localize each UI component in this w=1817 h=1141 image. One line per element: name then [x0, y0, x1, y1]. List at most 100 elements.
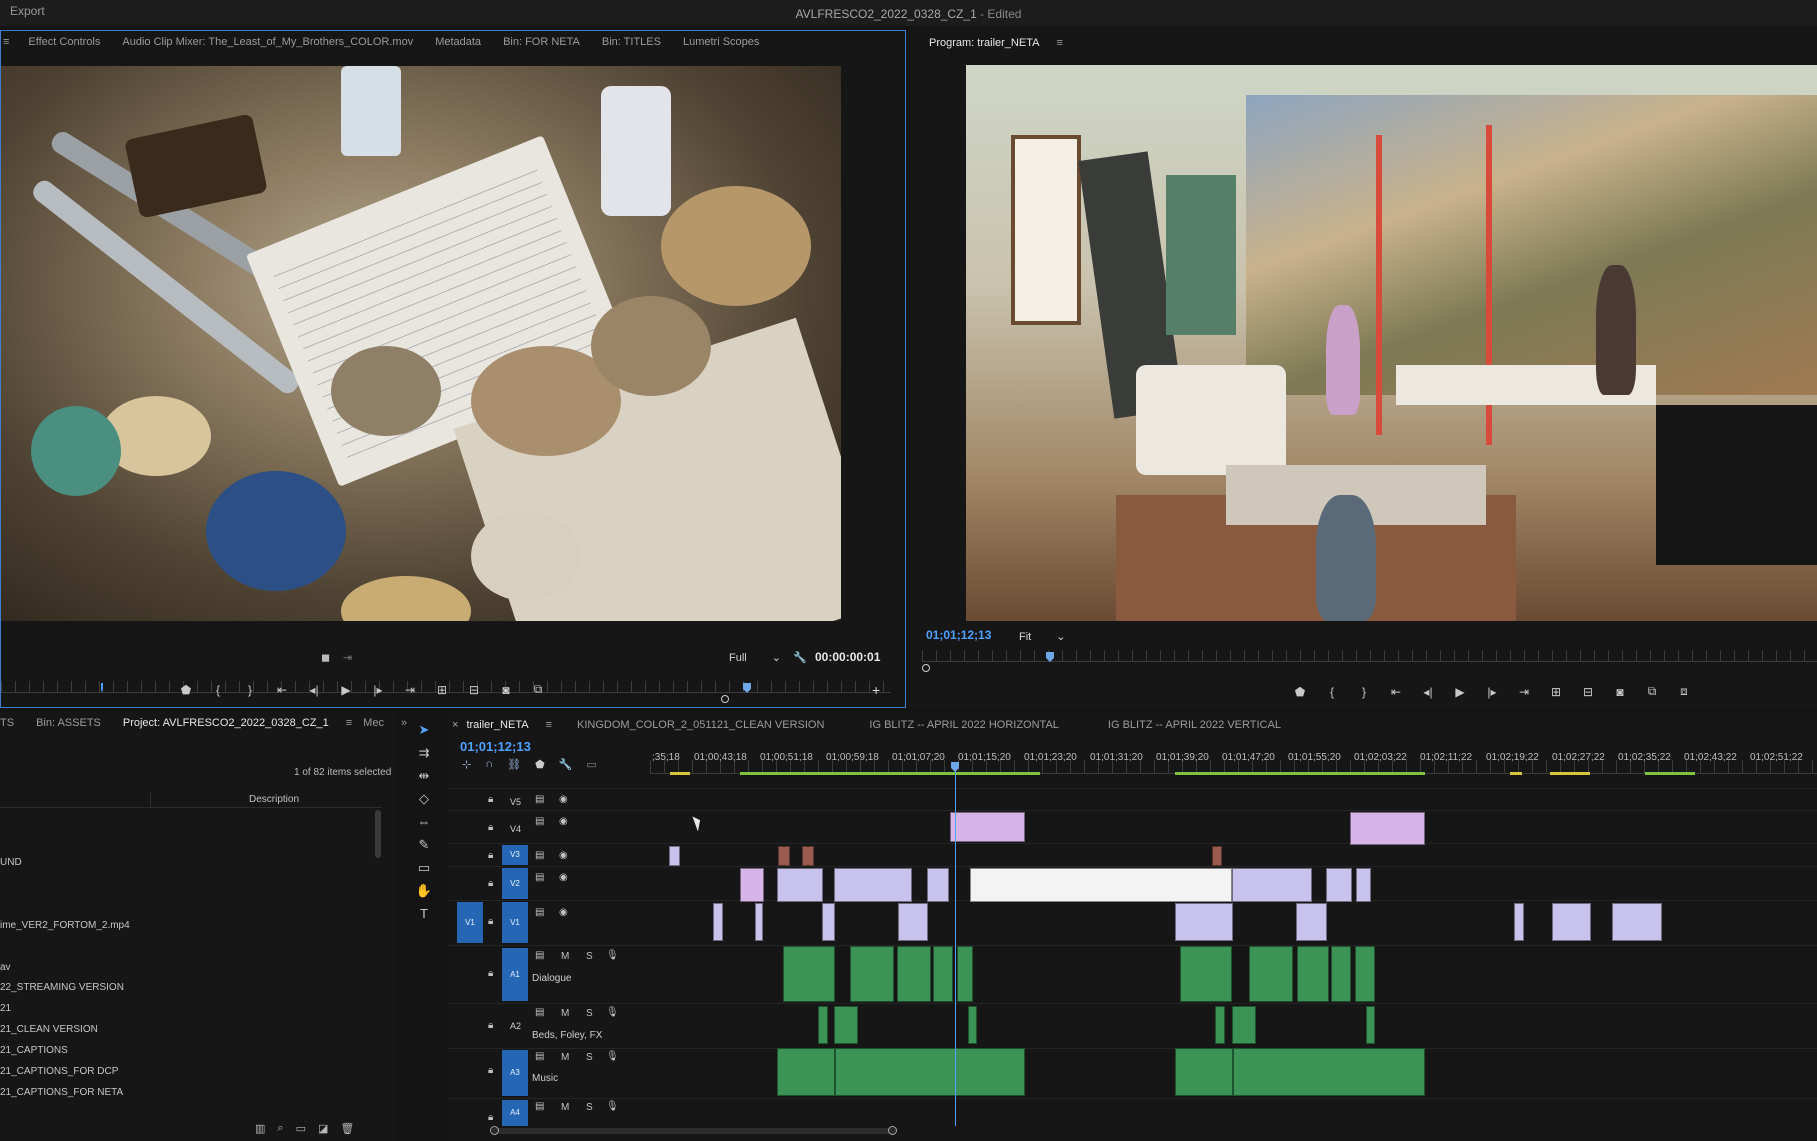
source-video-frame[interactable] [1, 66, 841, 621]
track-label-a1[interactable]: A1 [502, 948, 528, 1001]
step-back-icon[interactable]: ◂| [298, 683, 330, 697]
timeline-clip[interactable] [1552, 903, 1591, 941]
track-label-v2[interactable]: V2 [502, 868, 528, 899]
sync-lock-icon[interactable]: ▤ [535, 950, 544, 961]
linked-selection-icon[interactable]: ⛓ [507, 758, 521, 771]
timeline-scrollbar[interactable] [492, 1128, 896, 1134]
timeline-clip[interactable] [898, 903, 928, 941]
timeline-clip[interactable] [1180, 946, 1232, 1002]
timeline-clip[interactable] [1296, 903, 1327, 941]
lock-icon[interactable]: 🔒︎ [488, 878, 493, 889]
eye-icon[interactable]: ◉ [559, 794, 568, 805]
panel-menu-icon[interactable]: ≡ [546, 719, 552, 731]
tab-ts[interactable]: TS [0, 717, 25, 729]
snap-icon[interactable]: ∩ [485, 758, 493, 771]
panel-menu-icon[interactable]: ≡ [3, 36, 9, 48]
extract-icon[interactable]: ⊟ [1572, 685, 1604, 699]
mute-button[interactable]: M [561, 1102, 569, 1113]
timeline-clip[interactable] [713, 903, 723, 941]
camera-icon[interactable]: ◙ [490, 683, 522, 697]
step-forward-icon[interactable]: |▸ [1476, 685, 1508, 699]
list-item[interactable]: 21_CAPTIONS_FOR DCP [0, 1066, 118, 1077]
lift-icon[interactable]: ⊞ [1540, 685, 1572, 699]
track-label-a3[interactable]: A3 [502, 1050, 528, 1096]
list-item[interactable]: 21_CAPTIONS_FOR NETA [0, 1087, 123, 1098]
solo-button[interactable]: S [586, 1052, 593, 1063]
comparison-view-icon[interactable]: ⧉ [1636, 684, 1668, 699]
microphone-icon[interactable]: 🎙︎ [606, 1101, 619, 1112]
timeline-clip[interactable] [968, 1006, 977, 1044]
timeline-clip[interactable] [1212, 846, 1222, 866]
tab-kingdom-clean[interactable]: KINGDOM_COLOR_2_051121_CLEAN VERSION [566, 719, 835, 731]
timeline-clip[interactable] [850, 946, 894, 1002]
tab-metadata[interactable]: Metadata [424, 36, 492, 48]
add-button-icon[interactable]: + [872, 682, 880, 698]
sync-lock-icon[interactable]: ▤ [535, 872, 544, 883]
ripple-edit-tool-icon[interactable]: ⇹ [414, 768, 434, 784]
timeline-clip[interactable] [927, 868, 949, 902]
tab-project[interactable]: Project: AVLFRESCO2_2022_0328_CZ_1 [112, 717, 340, 729]
captions-icon[interactable]: ▭ [586, 758, 596, 771]
selection-tool-icon[interactable]: ➤ [414, 722, 434, 738]
tab-bin-for-neta[interactable]: Bin: FOR NETA [492, 36, 591, 48]
source-safe-margins-icon[interactable]: ◼ [321, 651, 330, 664]
tab-ig-blitz-horizontal[interactable]: IG BLITZ -- APRIL 2022 HORIZONTAL [835, 719, 1070, 731]
track-label-v1[interactable]: V1 [502, 902, 528, 943]
razor-tool-icon[interactable]: ◇ [414, 791, 434, 807]
mute-button[interactable]: M [561, 951, 569, 962]
type-tool-icon[interactable]: T [414, 906, 434, 922]
lock-icon[interactable]: 🔒︎ [488, 1020, 493, 1031]
timeline-clip[interactable] [740, 868, 764, 902]
microphone-icon[interactable]: 🎙︎ [606, 1051, 619, 1062]
new-item-icon[interactable]: ◪ [318, 1122, 328, 1135]
mute-button[interactable]: M [561, 1052, 569, 1063]
add-marker-icon[interactable]: ⬟ [535, 758, 545, 771]
mark-out-icon[interactable]: } [1348, 685, 1380, 699]
source-zoom-select[interactable]: Full ⌄ [729, 651, 781, 664]
timeline-clip[interactable] [1356, 868, 1371, 902]
timeline-clip[interactable] [1233, 1048, 1425, 1096]
timeline-clip[interactable] [1232, 1006, 1256, 1044]
timeline-clip[interactable] [1232, 868, 1312, 902]
track-label-a4[interactable]: A4 [502, 1100, 528, 1126]
microphone-icon[interactable]: 🎙︎ [606, 1007, 619, 1018]
lock-icon[interactable]: 🔒︎ [488, 850, 493, 861]
timeline-clip[interactable] [1326, 868, 1352, 902]
timeline-clip[interactable] [1350, 812, 1425, 845]
eye-icon[interactable]: ◉ [559, 907, 568, 918]
timeline-clip[interactable] [1514, 903, 1524, 941]
timeline-clip[interactable] [1175, 903, 1233, 941]
timeline-clip[interactable] [1175, 1048, 1233, 1096]
button-editor-icon[interactable]: ⧉ [522, 682, 554, 697]
tab-trailer-neta[interactable]: trailer_NETA [464, 719, 539, 731]
track-label-v3[interactable]: V3 [502, 845, 528, 865]
mark-in-icon[interactable]: { [1316, 685, 1348, 699]
sync-lock-icon[interactable]: ▤ [535, 1007, 544, 1018]
timeline-clip[interactable] [1612, 903, 1662, 941]
program-timecode[interactable]: 01;01;12;13 [926, 628, 991, 642]
panel-menu-icon[interactable]: ≡ [1056, 37, 1062, 49]
lock-icon[interactable]: 🔒︎ [488, 1065, 493, 1076]
timeline-clip[interactable] [778, 846, 790, 866]
step-forward-icon[interactable]: |▸ [362, 683, 394, 697]
timeline-clip[interactable] [777, 1048, 835, 1096]
timeline-clip[interactable] [834, 1006, 858, 1044]
microphone-icon[interactable]: 🎙︎ [606, 950, 619, 961]
tab-media[interactable]: Mec [352, 717, 395, 729]
timeline-scroll-end-handle[interactable] [888, 1126, 897, 1135]
column-description[interactable]: Description [249, 794, 299, 805]
timeline-clip[interactable] [834, 868, 912, 902]
sync-lock-icon[interactable]: ▤ [535, 794, 544, 805]
source-patch-v1[interactable]: V1 [457, 902, 483, 943]
timeline-clip[interactable] [822, 903, 835, 941]
list-item[interactable]: ime_VER2_FORTOM_2.mp4 [0, 920, 130, 931]
timeline-playhead[interactable] [955, 762, 956, 1126]
play-icon[interactable]: ▶ [1444, 685, 1476, 699]
source-timecode[interactable]: 00:00:00:01 [815, 650, 880, 664]
mark-out-icon[interactable]: } [234, 683, 266, 697]
tab-audio-clip-mixer[interactable]: Audio Clip Mixer: The_Least_of_My_Brothe… [111, 36, 424, 48]
timeline-timecode[interactable]: 01;01;12;13 [460, 739, 531, 754]
tab-bin-assets[interactable]: Bin: ASSETS [25, 717, 112, 729]
sync-lock-icon[interactable]: ▤ [535, 1051, 544, 1062]
tab-program[interactable]: Program: trailer_NETA [918, 37, 1050, 49]
